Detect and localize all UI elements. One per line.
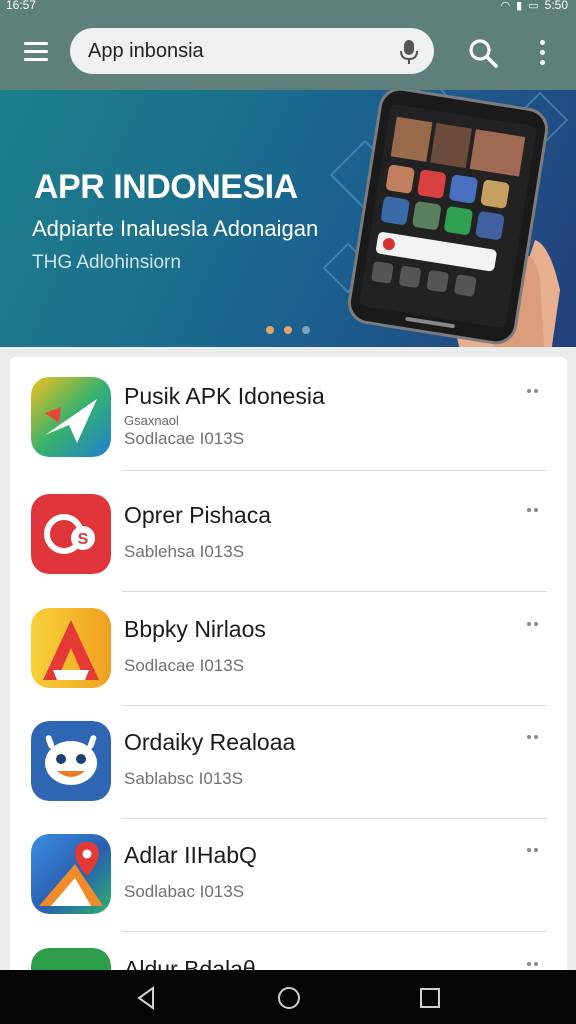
overflow-menu-icon[interactable] [523, 618, 543, 632]
carousel-indicator[interactable] [266, 326, 310, 334]
list-item[interactable]: Ordaiky Realoaa Sablabsc I013S [10, 705, 567, 819]
app-meta: Sablehsa I013S [124, 542, 245, 561]
carousel-dot[interactable] [266, 326, 274, 334]
row-divider [122, 470, 547, 471]
letter-a-icon [31, 608, 111, 688]
recents-icon[interactable] [416, 984, 444, 1012]
overflow-menu-icon[interactable] [523, 731, 543, 745]
search-icon[interactable] [466, 36, 500, 70]
app-list: Pusik APK Idonesia Gsaxnaol Sodlacae I01… [10, 357, 567, 997]
list-item[interactable]: Pusik APK Idonesia Gsaxnaol Sodlacae I01… [10, 357, 567, 471]
app-bar: App inbonsia [0, 14, 576, 90]
app-name: Pusik APK Idonesia [124, 383, 325, 409]
more-options-icon[interactable] [530, 36, 556, 70]
overflow-menu-icon[interactable] [523, 385, 543, 399]
app-meta: Sodlabac I013S [124, 882, 245, 901]
status-clock: 5:50 [544, 0, 568, 12]
app-meta: Sodlacae I013S [124, 656, 245, 675]
back-icon[interactable] [133, 984, 161, 1012]
overflow-menu-icon[interactable] [523, 504, 543, 518]
maps-arrow-icon [31, 377, 111, 457]
carousel-dot[interactable] [302, 326, 310, 334]
app-meta: Sablabsc I013S [124, 769, 244, 788]
app-name: Oprer Pishaca [124, 502, 272, 528]
hamburger-menu-icon[interactable] [18, 36, 54, 68]
overflow-menu-icon[interactable] [523, 844, 543, 858]
app-developer: Gsaxnaol [124, 413, 179, 428]
battery-icon: ▭ [528, 0, 539, 12]
search-input[interactable]: App inbonsia [70, 28, 434, 74]
banner-tagline: THG Adlohinsiorn [32, 252, 181, 273]
search-query-text[interactable]: App inbonsia [88, 40, 204, 63]
list-item[interactable]: S Oprer Pishaca Sablehsa I013S [10, 478, 567, 592]
carousel-dot[interactable] [284, 326, 292, 334]
status-time: 16:57 [6, 0, 37, 12]
promo-banner[interactable]: APR INDONESIA Adpiarte Inaluesla Adonaig… [0, 90, 576, 347]
system-navigation-bar [0, 970, 576, 1024]
svg-text:S: S [78, 531, 89, 548]
status-icons: ◠ ▮ ▭ 5:50 [501, 0, 568, 12]
microphone-icon[interactable] [398, 39, 420, 65]
app-name: Adlar IIHabQ [124, 842, 257, 868]
app-meta: Sodlacae I013S [124, 429, 245, 448]
banner-title: APR INDONESIA [34, 168, 298, 206]
app-name: Bbpky Nirlaos [124, 616, 266, 642]
list-item[interactable]: Adlar IIHabQ Sodlabac I013S [10, 818, 567, 932]
wifi-icon: ◠ [500, 0, 511, 12]
banner-subtitle: Adpiarte Inaluesla Adonaigan [32, 216, 319, 241]
app-name: Ordaiky Realoaa [124, 729, 296, 755]
signal-icon: ▮ [516, 0, 523, 12]
map-pin-icon [31, 834, 111, 914]
home-icon[interactable] [275, 984, 303, 1012]
status-bar: 16:57 ◠ ▮ ▭ 5:50 [0, 0, 576, 14]
cs-logo-icon: S [31, 494, 111, 574]
list-item[interactable]: Bbpky Nirlaos Sodlacae I013S [10, 592, 567, 706]
robot-face-icon [31, 721, 111, 801]
